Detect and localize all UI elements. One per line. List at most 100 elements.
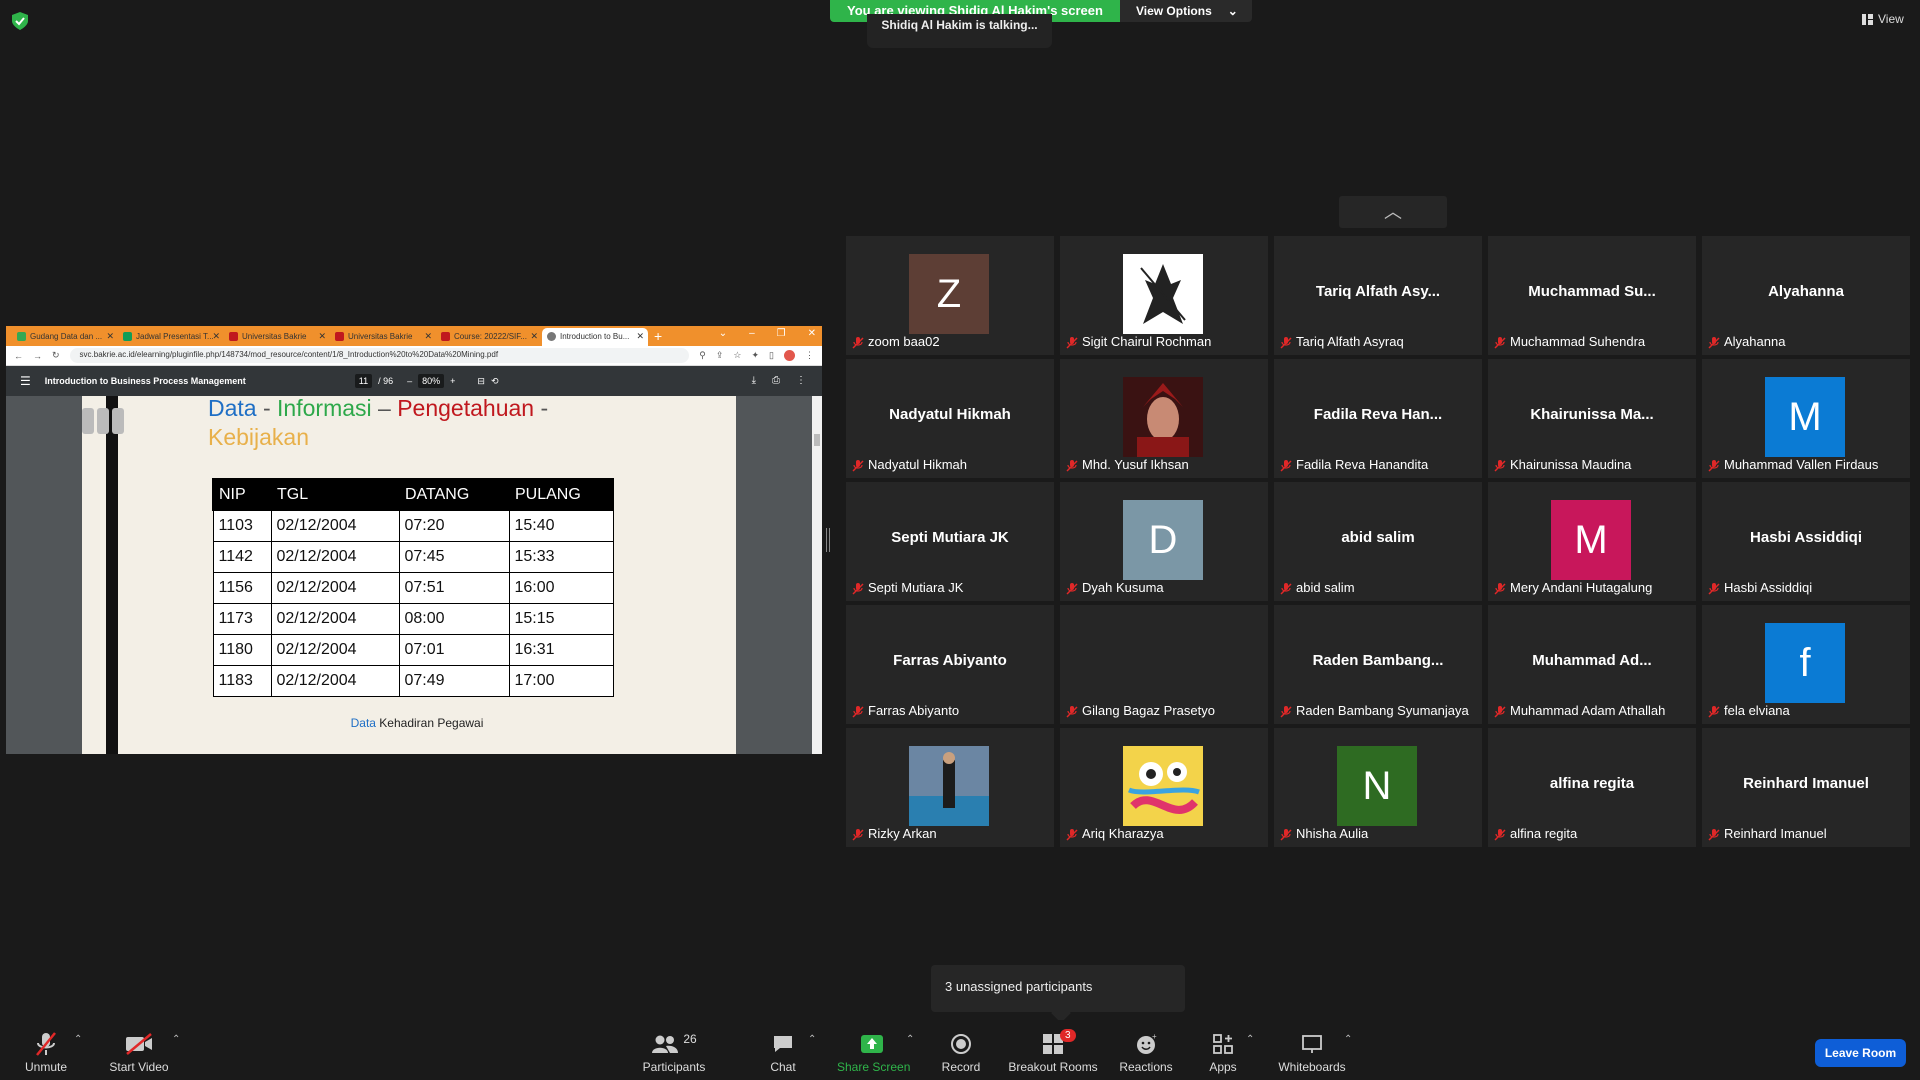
reactions-button[interactable]: + Reactions bbox=[1118, 1032, 1174, 1074]
participant-name: Muhammad Vallen Firdaus bbox=[1724, 457, 1879, 472]
participant-tile[interactable]: Ariq Kharazya bbox=[1060, 728, 1268, 847]
security-shield-icon[interactable] bbox=[12, 12, 28, 30]
start-video-button[interactable]: Start Video bbox=[104, 1032, 174, 1074]
close-icon[interactable]: ✕ bbox=[106, 331, 114, 342]
unmute-button[interactable]: Unmute bbox=[16, 1032, 76, 1074]
participants-button[interactable]: 26 Participants bbox=[640, 1032, 708, 1074]
tab-search-icon[interactable]: ⌄ bbox=[719, 328, 727, 339]
view-button[interactable]: View bbox=[1862, 12, 1904, 26]
whiteboards-button[interactable]: Whiteboards bbox=[1277, 1032, 1347, 1074]
participant-tile[interactable]: N Nhisha Aulia bbox=[1274, 728, 1482, 847]
participant-tile[interactable]: Gilang Bagaz Prasetyo bbox=[1060, 605, 1268, 724]
browser-tab[interactable]: Jadwal Presentasi T... ✕ bbox=[118, 328, 224, 346]
leave-room-button[interactable]: Leave Room bbox=[1815, 1039, 1906, 1067]
participant-tile[interactable]: Rizky Arkan bbox=[846, 728, 1054, 847]
participant-tile[interactable]: Nadyatul Hikmah Nadyatul Hikmah bbox=[846, 359, 1054, 478]
close-icon[interactable]: ✕ bbox=[530, 331, 538, 342]
participant-tile[interactable]: Muhammad Ad... Muhammad Adam Athallah bbox=[1488, 605, 1696, 724]
breakout-rooms-button[interactable]: 3 Breakout Rooms bbox=[1008, 1029, 1098, 1074]
browser-menu-icon[interactable]: ⋮ bbox=[805, 350, 814, 361]
browser-tab-active[interactable]: Introduction to Bu... ✕ bbox=[542, 328, 648, 346]
table-row: 1173 02/12/2004 08:00 15:15 bbox=[212, 602, 614, 635]
forward-icon[interactable]: → bbox=[33, 351, 42, 361]
participant-tile[interactable]: abid salim abid salim bbox=[1274, 482, 1482, 601]
close-icon[interactable]: ✕ bbox=[318, 331, 326, 342]
record-button[interactable]: Record bbox=[939, 1032, 983, 1074]
participant-tile[interactable]: Fadila Reva Han... Fadila Reva Hanandita bbox=[1274, 359, 1482, 478]
fit-page-icon[interactable]: ⊟ bbox=[477, 376, 485, 387]
participant-tile[interactable]: Muchammad Su... Muchammad Suhendra bbox=[1488, 236, 1696, 355]
participant-tile[interactable]: Raden Bambang... Raden Bambang Syumanjaya bbox=[1274, 605, 1482, 724]
bookmark-star-icon[interactable]: ☆ bbox=[733, 350, 741, 361]
close-icon[interactable]: ✕ bbox=[636, 331, 644, 342]
browser-tab[interactable]: Gudang Data dan ... ✕ bbox=[12, 328, 118, 346]
slide-decor-stripe bbox=[106, 396, 118, 754]
view-options-button[interactable]: View Options ⌄ bbox=[1119, 0, 1252, 22]
download-icon[interactable]: ⤓ bbox=[752, 375, 756, 386]
grid-view-icon bbox=[1862, 13, 1873, 25]
pdf-scrollbar[interactable] bbox=[812, 396, 822, 754]
apps-button[interactable]: Apps bbox=[1207, 1032, 1239, 1074]
chat-button[interactable]: Chat bbox=[765, 1032, 801, 1074]
close-window-icon[interactable]: ✕ bbox=[808, 328, 816, 339]
participant-tile[interactable]: M Mery Andani Hutagalung bbox=[1488, 482, 1696, 601]
participant-tile[interactable]: M Muhammad Vallen Firdaus bbox=[1702, 359, 1910, 478]
browser-tab[interactable]: Course: 20222/SIF... ✕ bbox=[436, 328, 542, 346]
chat-options-caret[interactable]: ⌃ bbox=[808, 1034, 816, 1045]
close-icon[interactable]: ✕ bbox=[424, 331, 432, 342]
shared-screen[interactable]: Gudang Data dan ... ✕ Jadwal Presentasi T… bbox=[6, 326, 822, 754]
participant-name: abid salim bbox=[1296, 580, 1355, 595]
back-icon[interactable]: ← bbox=[14, 351, 23, 361]
participant-tile[interactable]: Sigit Chairul Rochman bbox=[1060, 236, 1268, 355]
browser-tab[interactable]: Universitas Bakrie ✕ bbox=[330, 328, 436, 346]
extensions-icon[interactable]: ✦ bbox=[752, 350, 760, 361]
pdf-viewer[interactable]: Data - Informasi – Pengetahuan - Kebijak… bbox=[6, 395, 822, 754]
url-field[interactable]: svc.bakrie.ac.id/elearning/pluginfile.ph… bbox=[69, 348, 690, 363]
participant-tile[interactable]: Tariq Alfath Asy... Tariq Alfath Asyraq bbox=[1274, 236, 1482, 355]
minimize-icon[interactable]: – bbox=[749, 328, 755, 339]
share-icon[interactable]: ⇪ bbox=[716, 350, 724, 361]
unassigned-participants-tooltip[interactable]: 3 unassigned participants bbox=[931, 965, 1185, 1023]
browser-tab[interactable]: Universitas Bakrie ✕ bbox=[224, 328, 330, 346]
participant-tile[interactable]: Hasbi Assiddiqi Hasbi Assiddiqi bbox=[1702, 482, 1910, 601]
participant-tile[interactable]: f fela elviana bbox=[1702, 605, 1910, 724]
page-number-input[interactable]: 11 bbox=[354, 374, 373, 388]
participant-tile[interactable]: D Dyah Kusuma bbox=[1060, 482, 1268, 601]
audio-options-caret[interactable]: ⌃ bbox=[74, 1034, 82, 1045]
zoom-icon[interactable]: ⚲ bbox=[699, 350, 706, 361]
profile-avatar[interactable] bbox=[784, 350, 795, 361]
participant-name: Rizky Arkan bbox=[868, 826, 937, 841]
restore-icon[interactable]: ❐ bbox=[777, 328, 786, 339]
share-screen-button[interactable]: Share Screen bbox=[837, 1032, 910, 1074]
scrollbar-thumb[interactable] bbox=[814, 434, 820, 446]
sidepanel-icon[interactable]: ▯ bbox=[769, 350, 774, 361]
hamburger-menu-icon[interactable]: ☰ bbox=[20, 374, 31, 388]
zoom-out-icon[interactable]: – bbox=[407, 376, 412, 386]
avatar: N bbox=[1337, 746, 1417, 826]
gallery-collapse-button[interactable]: ︿ bbox=[1339, 196, 1447, 228]
table-cell: 1180 bbox=[212, 633, 272, 666]
whiteboards-options-caret[interactable]: ⌃ bbox=[1344, 1034, 1352, 1045]
video-options-caret[interactable]: ⌃ bbox=[172, 1034, 180, 1045]
reload-icon[interactable]: ↻ bbox=[52, 350, 60, 361]
participant-tile[interactable]: Alyahanna Alyahanna bbox=[1702, 236, 1910, 355]
rotate-icon[interactable]: ⟲ bbox=[491, 376, 499, 387]
more-icon[interactable]: ⋮ bbox=[796, 375, 806, 386]
share-options-caret[interactable]: ⌃ bbox=[906, 1034, 914, 1045]
zoom-level-input[interactable]: 80% bbox=[418, 374, 445, 388]
participant-tile[interactable]: Zzoom baa02 bbox=[846, 236, 1054, 355]
zoom-in-icon[interactable]: + bbox=[450, 376, 455, 386]
close-icon[interactable]: ✕ bbox=[212, 331, 220, 342]
participant-tile[interactable]: Khairunissa Ma... Khairunissa Maudina bbox=[1488, 359, 1696, 478]
participant-display-name: Muchammad Su... bbox=[1528, 283, 1656, 300]
participant-tile[interactable]: alfina regita alfina regita bbox=[1488, 728, 1696, 847]
new-tab-icon[interactable]: + bbox=[648, 328, 668, 346]
print-icon[interactable]: ⎙ bbox=[772, 375, 780, 386]
apps-options-caret[interactable]: ⌃ bbox=[1246, 1034, 1254, 1045]
apps-label: Apps bbox=[1209, 1060, 1237, 1074]
participant-tile[interactable]: Mhd. Yusuf Ikhsan bbox=[1060, 359, 1268, 478]
participant-tile[interactable]: Farras Abiyanto Farras Abiyanto bbox=[846, 605, 1054, 724]
participant-tile[interactable]: Septi Mutiara JK Septi Mutiara JK bbox=[846, 482, 1054, 601]
split-view-handle[interactable] bbox=[826, 528, 830, 552]
participant-tile[interactable]: Reinhard Imanuel Reinhard Imanuel bbox=[1702, 728, 1910, 847]
